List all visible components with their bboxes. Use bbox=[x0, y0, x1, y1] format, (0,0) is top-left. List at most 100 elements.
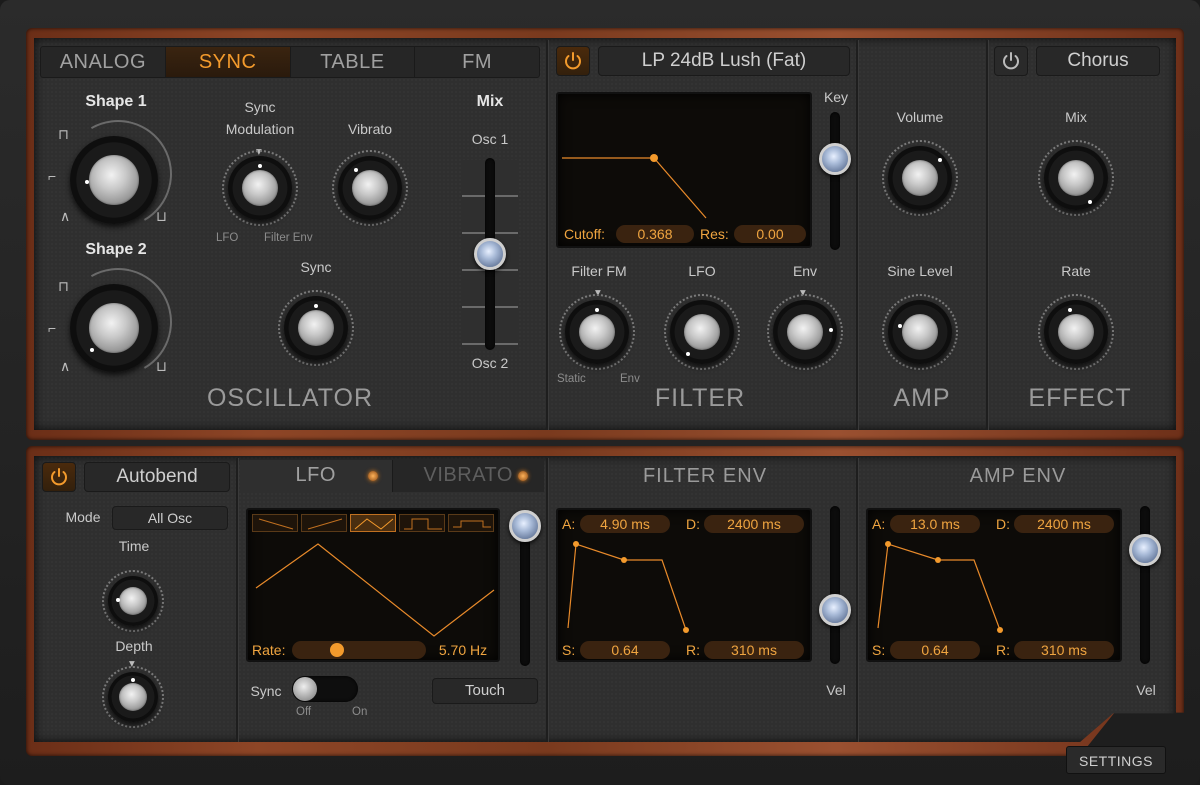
lfo-wave-graph bbox=[255, 543, 495, 637]
shape1-knob[interactable] bbox=[70, 136, 158, 224]
lfo-rate-label: Rate: bbox=[252, 642, 286, 658]
shape2-saw-icon: ⌐ bbox=[48, 320, 57, 336]
filter-env-graph bbox=[567, 541, 689, 633]
effect-type-selector[interactable]: Chorus bbox=[1036, 46, 1160, 76]
shape2-pulse-icon: ⊔ bbox=[156, 358, 167, 374]
vibrato-label: Vibrato bbox=[347, 121, 393, 137]
filter-env-title: FILTER ENV bbox=[642, 465, 768, 487]
res-label: Res: bbox=[700, 226, 729, 242]
filter-env-vel-slider-thumb[interactable] bbox=[819, 594, 851, 626]
effect-title: EFFECT bbox=[1028, 384, 1132, 412]
vibrato-knob[interactable] bbox=[338, 156, 402, 220]
autobend-time-label: Time bbox=[118, 538, 150, 554]
divider-filter-amp bbox=[856, 40, 858, 430]
lfo-rate-track[interactable] bbox=[292, 641, 426, 659]
filter-display: Cutoff: 0.368 Res: 0.00 bbox=[556, 92, 812, 248]
sync-mod-right-label: Filter Env bbox=[264, 232, 313, 244]
divider-osc-filter bbox=[546, 40, 548, 430]
shape1-square-icon: ⊓ bbox=[58, 126, 69, 142]
filter-power-button[interactable] bbox=[556, 46, 590, 76]
divider-amp-effect bbox=[986, 40, 988, 430]
osc2-label: Osc 2 bbox=[471, 355, 509, 371]
autobend-title: Autobend bbox=[84, 462, 230, 492]
mix-label: Mix bbox=[476, 93, 504, 110]
filter-lfo-knob[interactable] bbox=[670, 300, 734, 364]
shape1-label: Shape 1 bbox=[85, 93, 147, 110]
lfo-sync-toggle[interactable] bbox=[292, 676, 358, 702]
sine-level-label: Sine Level bbox=[887, 263, 953, 279]
filter-env-s-label: S: bbox=[562, 642, 576, 658]
amp-env-title: AMP ENV bbox=[969, 465, 1067, 487]
amp-env-s-label: S: bbox=[872, 642, 886, 658]
sync-modulation-knob[interactable] bbox=[228, 156, 292, 220]
amp-env-display: A: 13.0 ms D: 2400 ms S: 0.64 R: 310 ms bbox=[866, 508, 1122, 662]
filter-lfo-label: LFO bbox=[688, 263, 716, 279]
filter-env-vel-slider-track[interactable] bbox=[830, 506, 840, 664]
autobend-power-button[interactable] bbox=[42, 462, 76, 492]
effect-rate-knob[interactable] bbox=[1044, 300, 1108, 364]
amp-env-s-value[interactable]: 0.64 bbox=[890, 641, 980, 659]
shape2-square-icon: ⊓ bbox=[58, 278, 69, 294]
settings-button[interactable]: SETTINGS bbox=[1066, 746, 1166, 774]
power-icon bbox=[51, 468, 67, 486]
filter-type-selector[interactable]: LP 24dB Lush (Fat) bbox=[598, 46, 850, 76]
effect-power-button[interactable] bbox=[994, 46, 1028, 76]
lfo-display: Rate: 5.70 Hz bbox=[246, 508, 500, 662]
amp-env-vel-label: Vel bbox=[1136, 682, 1156, 698]
filter-fm-knob[interactable] bbox=[565, 300, 629, 364]
autobend-mode-label: Mode bbox=[65, 509, 101, 525]
effect-mix-label: Mix bbox=[1065, 109, 1087, 125]
power-icon bbox=[1003, 52, 1019, 70]
filter-env-r-label: R: bbox=[686, 642, 700, 658]
synth-chassis: ANALOG SYNC TABLE FM Shape 1 ⊓ ⌐ ∧ ⊔ Sha… bbox=[0, 0, 1200, 785]
amp-env-r-value[interactable]: 310 ms bbox=[1014, 641, 1114, 659]
lfo-tabs: LFO VIBRATO bbox=[240, 460, 544, 492]
shape2-triangle-icon: ∧ bbox=[60, 358, 71, 374]
amp-env-vel-slider-thumb[interactable] bbox=[1129, 534, 1161, 566]
shape2-label: Shape 2 bbox=[85, 241, 147, 258]
amp-env-graph bbox=[877, 541, 1003, 633]
oscillator-title: OSCILLATOR bbox=[206, 384, 374, 412]
res-value[interactable]: 0.00 bbox=[734, 225, 806, 243]
filter-env-r-value[interactable]: 310 ms bbox=[704, 641, 804, 659]
tab-table[interactable]: TABLE bbox=[291, 47, 416, 77]
amp-env-r-label: R: bbox=[996, 642, 1010, 658]
autobend-mode-selector[interactable]: All Osc bbox=[112, 506, 228, 530]
key-slider-track[interactable] bbox=[830, 112, 840, 250]
lfo-sync-on-label: On bbox=[352, 706, 368, 718]
tab-sync[interactable]: SYNC bbox=[165, 47, 291, 77]
filter-env-amount-label: Env bbox=[792, 263, 818, 279]
autobend-depth-knob[interactable] bbox=[108, 672, 158, 722]
lfo-amount-slider-thumb[interactable] bbox=[509, 510, 541, 542]
filter-env-s-value[interactable]: 0.64 bbox=[580, 641, 670, 659]
shape2-knob[interactable] bbox=[70, 284, 158, 372]
vibrato-led bbox=[518, 471, 528, 481]
tab-fm[interactable]: FM bbox=[415, 47, 539, 77]
lfo-touch-button[interactable]: Touch bbox=[432, 678, 538, 704]
mix-slider-thumb[interactable] bbox=[474, 238, 506, 270]
amp-env-vel-slider-track[interactable] bbox=[1140, 506, 1150, 664]
sync-label: Sync bbox=[300, 259, 332, 275]
effect-mix-knob[interactable] bbox=[1044, 146, 1108, 210]
lfo-sync-off-label: Off bbox=[296, 706, 312, 718]
divider-autobend-lfo bbox=[236, 458, 238, 742]
cutoff-value[interactable]: 0.368 bbox=[616, 225, 694, 243]
tab-analog[interactable]: ANALOG bbox=[41, 47, 166, 77]
sync-knob[interactable] bbox=[284, 296, 348, 360]
sine-level-knob[interactable] bbox=[888, 300, 952, 364]
key-slider-thumb[interactable] bbox=[819, 143, 851, 175]
divider-lfo-filterenv bbox=[546, 458, 548, 742]
shape1-pulse-icon: ⊔ bbox=[156, 208, 167, 224]
effect-rate-label: Rate bbox=[1061, 263, 1091, 279]
lfo-rate-value[interactable]: 5.70 Hz bbox=[430, 641, 496, 659]
shape1-saw-icon: ⌐ bbox=[48, 168, 57, 184]
divider-filterenv-ampenv bbox=[856, 458, 858, 742]
volume-knob[interactable] bbox=[888, 146, 952, 210]
sync-mod-label-line2: Modulation bbox=[225, 121, 295, 137]
filter-env-knob[interactable] bbox=[773, 300, 837, 364]
key-label: Key bbox=[823, 89, 849, 105]
shape1-triangle-icon: ∧ bbox=[60, 208, 71, 224]
sync-mod-left-label: LFO bbox=[216, 232, 239, 244]
autobend-time-knob[interactable] bbox=[108, 576, 158, 626]
volume-label: Volume bbox=[896, 109, 944, 125]
